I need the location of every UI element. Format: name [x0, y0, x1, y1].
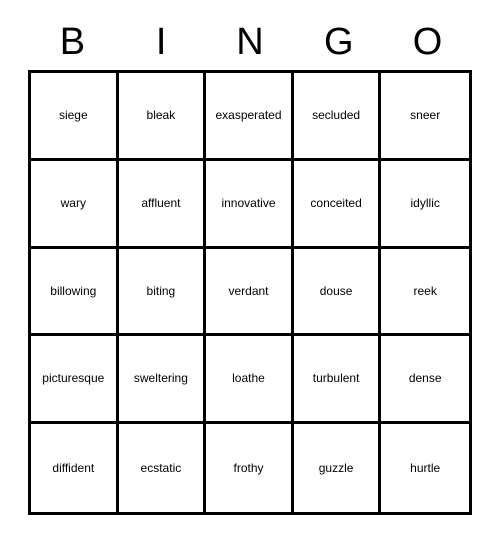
bingo-cell-word: secluded — [312, 108, 361, 123]
bingo-cell-word: siege — [58, 108, 88, 123]
header-letter-i: I — [155, 21, 167, 63]
bingo-cell-word: affluent — [141, 195, 181, 210]
bingo-cell[interactable]: sneer — [381, 73, 469, 161]
bingo-cell-word: frothy — [233, 460, 264, 475]
bingo-cell-word: reek — [413, 283, 437, 298]
bingo-cell[interactable]: affluent — [118, 160, 207, 249]
bingo-cell-word: dense — [408, 371, 442, 386]
header-letter-o: O — [412, 21, 443, 63]
bingo-cell-word: verdant — [228, 283, 269, 298]
bingo-cell-word: loathe — [232, 371, 265, 386]
bingo-cell-word: hurtle — [410, 460, 441, 475]
bingo-cell[interactable]: siege — [31, 73, 119, 161]
bingo-cell-word: turbulent — [312, 371, 360, 386]
bingo-cell[interactable]: sweltering — [118, 336, 207, 425]
bingo-cell-word: guzzle — [318, 460, 354, 475]
bingo-cell-word: diffident — [52, 460, 95, 475]
bingo-cell[interactable]: ecstatic — [118, 424, 207, 512]
bingo-cell[interactable]: loathe — [206, 336, 294, 425]
bingo-cell[interactable]: secluded — [293, 73, 382, 161]
header-letter-n: N — [236, 21, 264, 63]
bingo-cell[interactable]: verdant — [206, 248, 294, 337]
header-letter-b: B — [59, 21, 86, 63]
bingo-cell-word: conceited — [310, 195, 362, 210]
bingo-cell[interactable]: billowing — [31, 248, 119, 337]
bingo-cell-word: billowing — [50, 283, 97, 298]
bingo-header: B I N G O — [28, 14, 472, 70]
bingo-cell-word: idyllic — [410, 195, 440, 210]
bingo-cell[interactable]: hurtle — [381, 424, 469, 512]
bingo-cell[interactable]: conceited — [293, 160, 382, 249]
bingo-cell[interactable]: idyllic — [381, 160, 469, 249]
bingo-cell-word: bleak — [146, 108, 176, 123]
bingo-cell-word: douse — [319, 283, 353, 298]
bingo-cell[interactable]: wary — [31, 160, 119, 249]
bingo-cell-word: picturesque — [42, 371, 105, 386]
bingo-grid: siege bleak exasperated secluded sneer w… — [28, 70, 472, 515]
bingo-cell-word: sneer — [410, 108, 441, 123]
bingo-cell[interactable]: diffident — [31, 424, 119, 512]
bingo-cell-word: sweltering — [133, 371, 188, 386]
bingo-cell[interactable]: dense — [381, 336, 469, 425]
bingo-cell[interactable]: reek — [381, 248, 469, 337]
bingo-cell[interactable]: frothy — [206, 424, 294, 512]
bingo-cell[interactable]: biting — [118, 248, 207, 337]
bingo-cell[interactable]: picturesque — [31, 336, 119, 425]
header-letter-g: G — [324, 21, 354, 63]
bingo-cell[interactable]: exasperated — [206, 73, 294, 161]
bingo-cell[interactable]: guzzle — [293, 424, 382, 512]
bingo-card: B I N G O siege bleak exasperated seclud… — [0, 0, 501, 544]
bingo-cell[interactable]: turbulent — [293, 336, 382, 425]
bingo-cell-word: ecstatic — [140, 460, 182, 475]
bingo-cell[interactable]: bleak — [118, 73, 207, 161]
bingo-cell-word: wary — [60, 195, 86, 210]
bingo-cell-word: innovative — [221, 195, 276, 210]
bingo-cell-word: biting — [146, 283, 176, 298]
bingo-cell[interactable]: douse — [293, 248, 382, 337]
bingo-cell[interactable]: innovative — [206, 160, 294, 249]
bingo-cell-word: exasperated — [215, 108, 282, 123]
